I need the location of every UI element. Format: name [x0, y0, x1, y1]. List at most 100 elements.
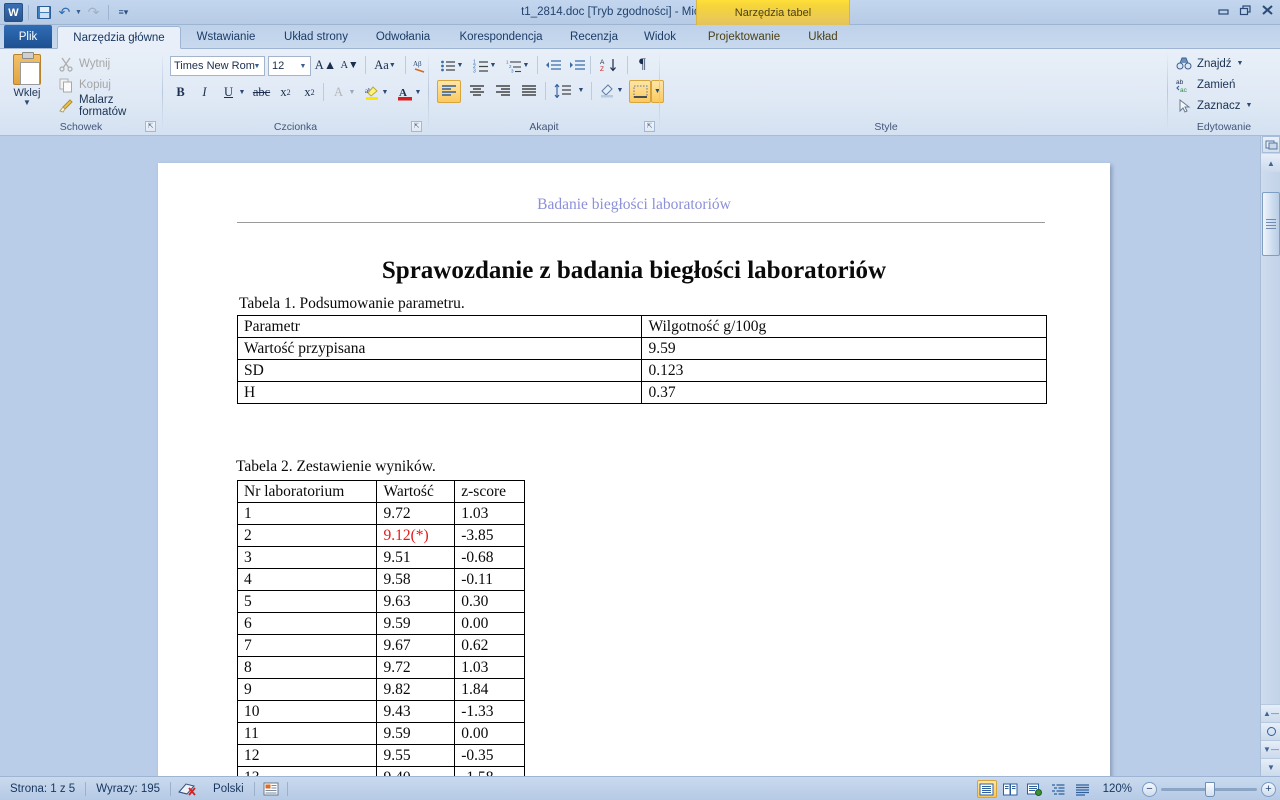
find-dropdown-icon[interactable]: ▼ — [1237, 60, 1244, 67]
macro-record-icon[interactable] — [255, 777, 287, 800]
table-row[interactable]: 11 9.59 0.00 — [236, 722, 525, 745]
page-indicator[interactable]: Strona: 1 z 5 — [0, 777, 85, 800]
vertical-scrollbar[interactable]: ▲ ▲— ▼— ▼ — [1260, 136, 1280, 776]
tab-plik[interactable]: Plik — [4, 25, 52, 49]
increase-indent-icon[interactable] — [566, 55, 587, 76]
paragraph-dialog-launcher[interactable]: ⇱ — [644, 121, 655, 132]
view-web-layout-icon[interactable] — [1025, 780, 1045, 798]
font-name-combo[interactable]: Times New Rom ▼ — [170, 56, 265, 76]
clear-formatting-icon[interactable]: Aβ — [409, 55, 430, 76]
previous-page-icon[interactable]: ▲— — [1261, 704, 1280, 722]
scroll-down-button[interactable]: ▼ — [1261, 758, 1280, 776]
justify-button[interactable] — [517, 80, 541, 103]
zoom-level[interactable]: 120% — [1097, 783, 1138, 795]
table-row[interactable]: 5 9.63 0.30 — [236, 590, 525, 613]
minimize-icon[interactable] — [1215, 3, 1232, 18]
tab-odwolania[interactable]: Odwołania — [363, 26, 443, 49]
table-row[interactable]: SD 0.123 — [236, 359, 1047, 382]
tab-narzedzia-glowne[interactable]: Narzędzia główne — [57, 26, 181, 49]
table-row[interactable]: Parametr Wilgotność g/100g — [236, 315, 1047, 338]
next-page-icon[interactable]: ▼— — [1261, 740, 1280, 758]
tab-uklad[interactable]: Układ — [795, 26, 851, 49]
close-icon[interactable] — [1259, 3, 1276, 18]
replace-button[interactable]: ab ac Zamień — [1174, 75, 1235, 94]
table-2[interactable]: Nr laboratorium Wartość z-score 1 9.72 1… — [236, 480, 525, 789]
borders-button[interactable] — [629, 80, 651, 103]
bold-button[interactable]: B — [170, 82, 191, 103]
view-ruler-toggle-icon[interactable] — [1262, 136, 1280, 153]
tab-widok[interactable]: Widok — [631, 26, 689, 49]
zoom-slider-thumb[interactable] — [1205, 781, 1215, 797]
document-canvas[interactable]: Badanie biegłości laboratoriów Sprawozda… — [0, 136, 1280, 793]
table-row[interactable]: Wartość przypisana 9.59 — [236, 337, 1047, 360]
show-formatting-marks-icon[interactable]: ¶ — [632, 54, 653, 75]
clipboard-dialog-launcher[interactable]: ⇱ — [145, 121, 156, 132]
table-row[interactable]: 2 9.12(*) -3.85 — [236, 524, 525, 547]
line-spacing-icon[interactable] — [550, 80, 576, 101]
view-print-layout-icon[interactable] — [976, 780, 997, 798]
tab-korespondencja[interactable]: Korespondencja — [445, 26, 557, 49]
sort-icon[interactable]: AZ — [596, 55, 622, 76]
italic-button[interactable]: I — [194, 82, 215, 103]
numbering-dropdown-icon[interactable]: ▼ — [487, 55, 499, 76]
table-row[interactable]: 6 9.59 0.00 — [236, 612, 525, 635]
word-count[interactable]: Wyrazy: 195 — [86, 777, 170, 800]
format-painter-button[interactable]: Malarz formatów — [56, 94, 162, 118]
font-size-combo[interactable]: 12 ▼ — [268, 56, 311, 76]
view-draft-icon[interactable] — [1073, 780, 1093, 798]
zoom-in-button[interactable]: + — [1261, 781, 1276, 797]
table-row[interactable]: 10 9.43 -1.33 — [236, 700, 525, 723]
chevron-down-icon[interactable]: ▼ — [296, 57, 310, 75]
chevron-down-icon[interactable]: ▼ — [250, 57, 264, 75]
multilevel-dropdown-icon[interactable]: ▼ — [520, 55, 532, 76]
paste-button[interactable]: Wklej ▼ — [6, 52, 48, 107]
table-row[interactable]: 8 9.72 1.03 — [236, 656, 525, 679]
table-row[interactable]: 12 9.55 -0.35 — [236, 744, 525, 767]
document-page[interactable]: Badanie biegłości laboratoriów Sprawozda… — [158, 163, 1110, 793]
underline-dropdown-icon[interactable]: ▼ — [236, 82, 248, 103]
select-button[interactable]: Zaznacz ▼ — [1174, 96, 1252, 115]
restore-icon[interactable] — [1237, 3, 1254, 18]
find-button[interactable]: Znajdź ▼ — [1174, 54, 1243, 73]
table-row[interactable]: 4 9.58 -0.11 — [236, 568, 525, 591]
proofing-status-icon[interactable] — [171, 777, 203, 800]
text-effects-dropdown-icon[interactable]: ▼ — [346, 82, 358, 103]
strikethrough-button[interactable]: abc — [251, 82, 272, 103]
tab-uklad-strony[interactable]: Układ strony — [271, 26, 361, 49]
view-full-screen-reading-icon[interactable] — [1001, 780, 1021, 798]
tab-wstawianie[interactable]: Wstawianie — [183, 26, 269, 49]
table-1[interactable]: Parametr Wilgotność g/100g Wartość przyp… — [236, 315, 1047, 404]
zoom-out-button[interactable]: − — [1142, 781, 1157, 797]
zoom-slider[interactable] — [1161, 781, 1257, 797]
copy-button[interactable]: Kopiuj — [56, 75, 111, 94]
shading-dropdown-icon[interactable]: ▼ — [614, 80, 626, 101]
scroll-up-button[interactable]: ▲ — [1261, 154, 1280, 172]
change-case-icon[interactable]: Aa ▼ — [370, 55, 400, 76]
line-spacing-dropdown-icon[interactable]: ▼ — [575, 80, 587, 101]
table-row[interactable]: H 0.37 — [236, 381, 1047, 404]
tab-projektowanie[interactable]: Projektowanie — [697, 26, 791, 49]
table-row[interactable]: 1 9.72 1.03 — [236, 502, 525, 525]
grow-font-icon[interactable]: A▲ — [315, 55, 336, 76]
tab-recenzja[interactable]: Recenzja — [559, 26, 629, 49]
align-left-button[interactable] — [437, 80, 461, 103]
paste-dropdown-icon[interactable]: ▼ — [6, 99, 48, 107]
highlight-dropdown-icon[interactable]: ▼ — [379, 82, 391, 103]
subscript-button[interactable]: x2 — [275, 82, 296, 103]
font-dialog-launcher[interactable]: ⇱ — [411, 121, 422, 132]
align-center-button[interactable] — [465, 80, 489, 103]
font-color-dropdown-icon[interactable]: ▼ — [412, 82, 424, 103]
language-indicator[interactable]: Polski — [203, 777, 254, 800]
cut-button[interactable]: Wytnij — [56, 54, 110, 73]
scrollbar-thumb[interactable] — [1262, 192, 1280, 256]
select-browse-object-icon[interactable] — [1261, 722, 1280, 740]
select-dropdown-icon[interactable]: ▼ — [1245, 102, 1252, 109]
decrease-indent-icon[interactable] — [542, 55, 563, 76]
shrink-font-icon[interactable]: A▼ — [339, 55, 360, 76]
bullets-dropdown-icon[interactable]: ▼ — [454, 55, 466, 76]
table-row[interactable]: 9 9.82 1.84 — [236, 678, 525, 701]
view-outline-icon[interactable] — [1049, 780, 1069, 798]
table-row[interactable]: 7 9.67 0.62 — [236, 634, 525, 657]
table-row[interactable]: 3 9.51 -0.68 — [236, 546, 525, 569]
superscript-button[interactable]: x2 — [299, 82, 320, 103]
